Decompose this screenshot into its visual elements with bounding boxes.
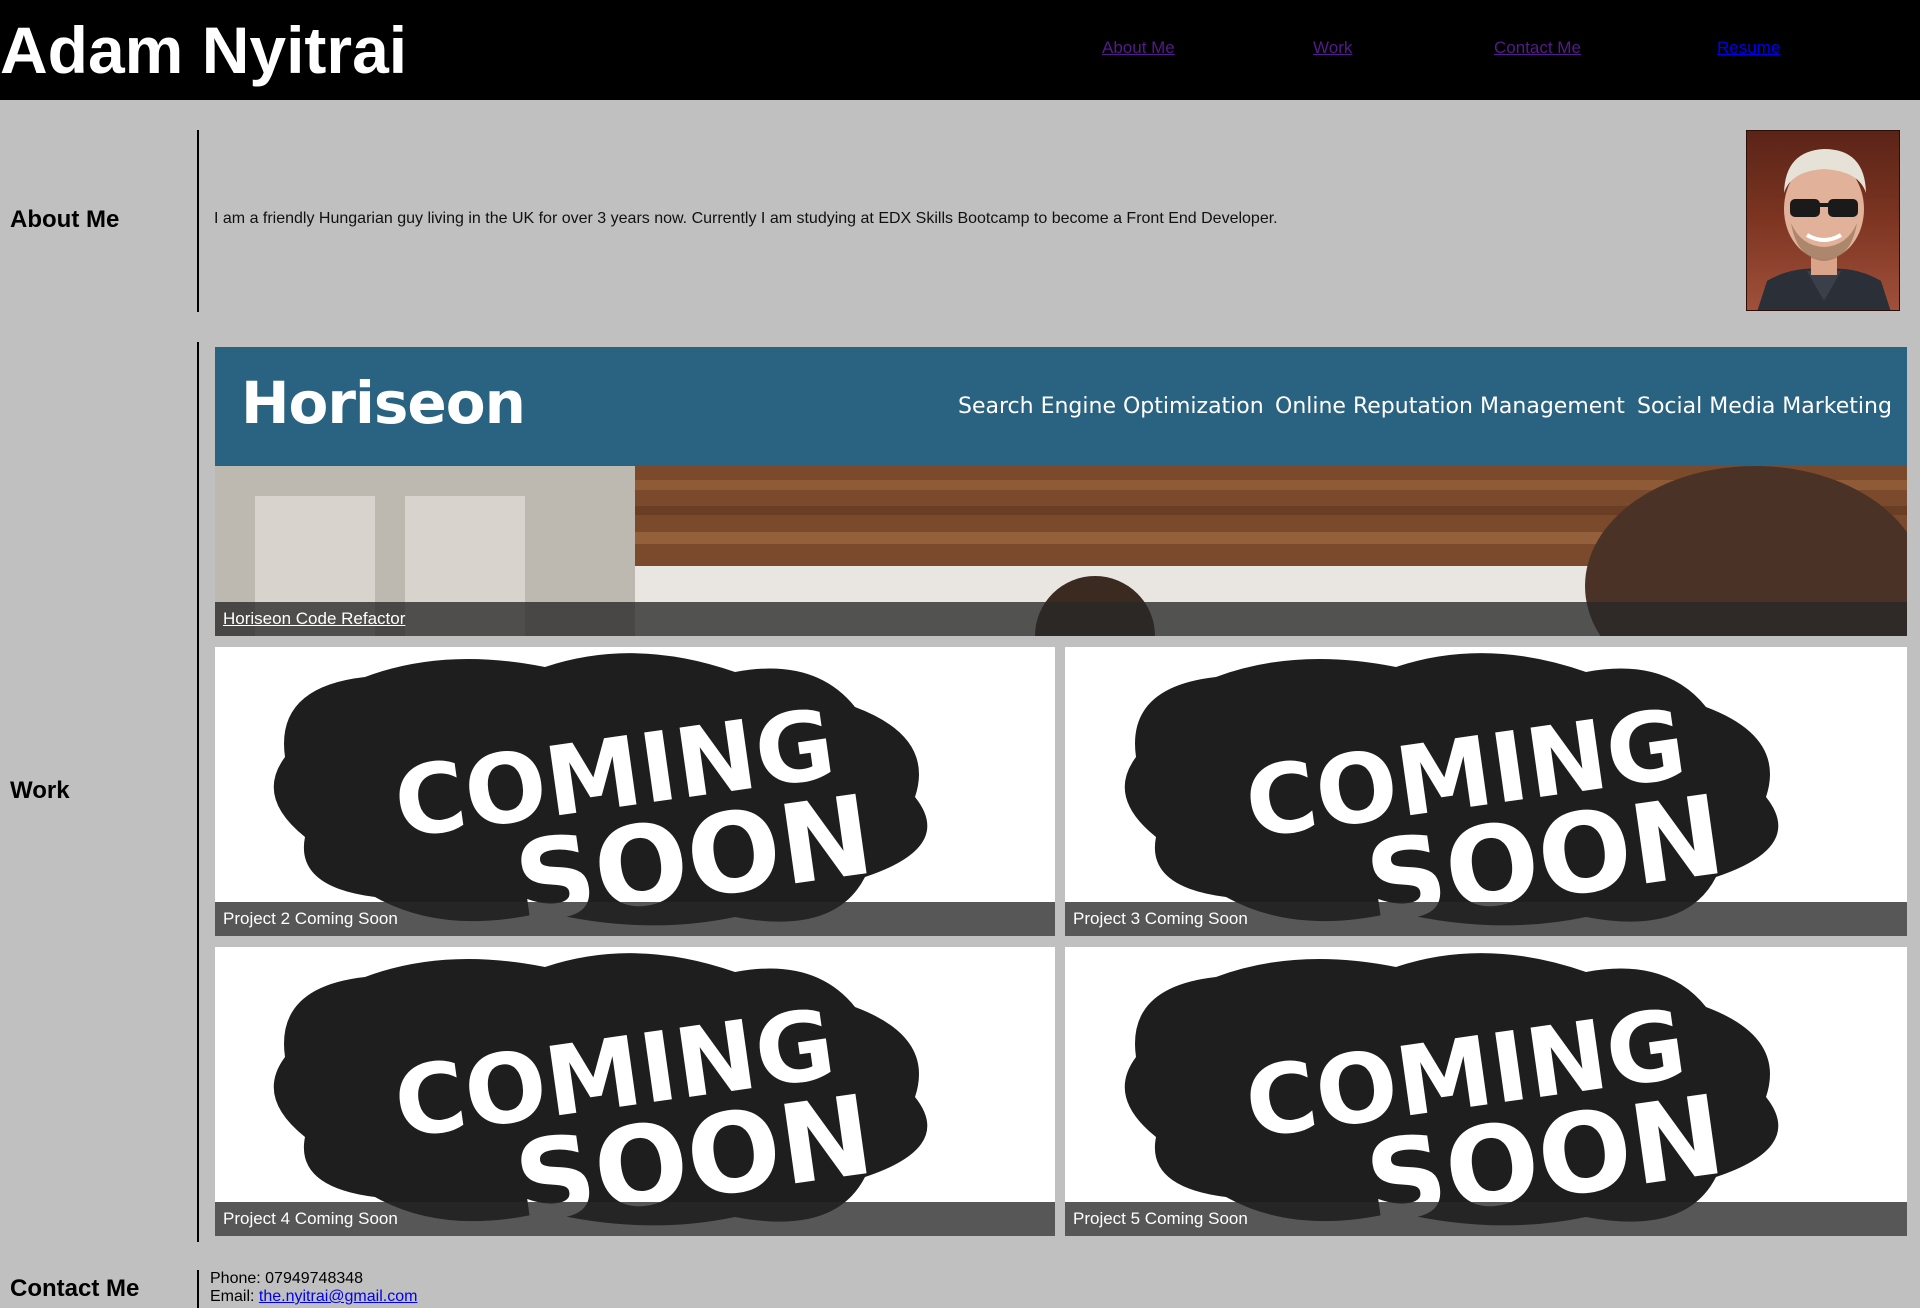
project-card-5[interactable]: COMING SOON Project 5 Coming Soon xyxy=(1065,947,1907,1236)
horiseon-banner-header: Horiseon Search Engine Optimization Onli… xyxy=(215,347,1907,466)
coming-soon-image: COMING SOON xyxy=(273,953,928,1236)
about-text: I am a friendly Hungarian guy living in … xyxy=(214,210,1278,227)
coming-soon-image: COMING SOON xyxy=(273,653,928,936)
horiseon-menu-item: Search Engine Optimization xyxy=(958,394,1264,419)
coming-soon-image: COMING SOON xyxy=(1124,953,1779,1236)
horiseon-menu-item: Online Reputation Management xyxy=(1275,394,1625,419)
email-label: Email: xyxy=(210,1288,259,1305)
project-card-4[interactable]: COMING SOON Project 4 Coming Soon xyxy=(215,947,1055,1236)
horiseon-logo: Horiseon xyxy=(241,369,526,437)
project-card-horiseon[interactable]: Horiseon Search Engine Optimization Onli… xyxy=(215,347,1907,636)
project-caption: Project 5 Coming Soon xyxy=(1065,1202,1907,1236)
project-card-3[interactable]: COMING SOON Project 3 Coming Soon xyxy=(1065,647,1907,936)
site-header: Adam Nyitrai About Me Work Contact Me Re… xyxy=(0,0,1920,100)
contact-heading: Contact Me xyxy=(10,1275,140,1302)
project-caption: Project 3 Coming Soon xyxy=(1065,902,1907,936)
phone-label: Phone: xyxy=(210,1270,266,1287)
nav-link-work[interactable]: Work xyxy=(1313,38,1352,58)
nav-link-contact[interactable]: Contact Me xyxy=(1494,38,1581,58)
contact-phone: Phone: 07949748348 xyxy=(210,1270,363,1288)
phone-number: 07949748348 xyxy=(265,1270,364,1287)
work-heading: Work xyxy=(10,777,70,804)
coming-soon-image: COMING SOON xyxy=(1124,653,1779,936)
work-divider xyxy=(197,342,199,1242)
about-heading: About Me xyxy=(10,206,120,233)
project-caption: Horiseon Code Refactor xyxy=(215,602,1907,636)
profile-photo-icon xyxy=(1757,149,1891,310)
nav-link-resume[interactable]: Resume xyxy=(1717,38,1780,58)
about-divider xyxy=(197,130,199,312)
nav-link-about[interactable]: About Me xyxy=(1102,38,1175,58)
project-card-2[interactable]: COMING SOON Project 2 Coming Soon xyxy=(215,647,1055,936)
project-caption: Project 2 Coming Soon xyxy=(215,902,1055,936)
project-caption: Project 4 Coming Soon xyxy=(215,1202,1055,1236)
email-link[interactable]: the.nyitrai@gmail.com xyxy=(259,1288,418,1305)
avatar xyxy=(1746,130,1900,311)
main-nav: About Me Work Contact Me Resume xyxy=(0,38,1920,60)
contact-email: Email: the.nyitrai@gmail.com xyxy=(210,1288,417,1306)
contact-divider xyxy=(197,1270,199,1308)
horiseon-menu-item: Social Media Marketing xyxy=(1637,394,1892,419)
